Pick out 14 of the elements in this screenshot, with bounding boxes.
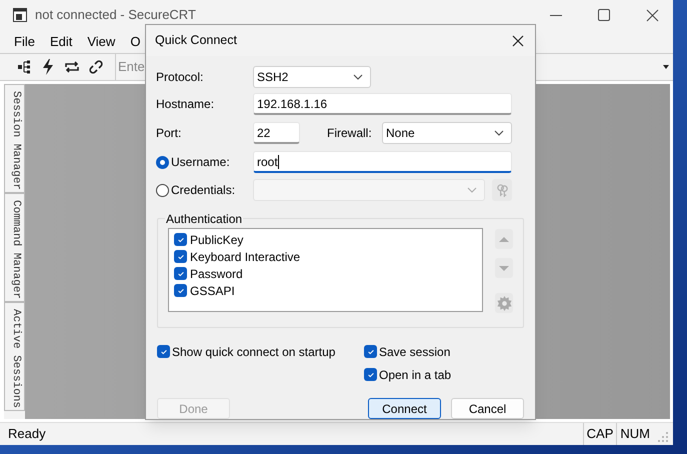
field-label: Port: (156, 125, 182, 142)
status-indicator: NUM (616, 423, 653, 445)
field-label: Username: (171, 154, 230, 171)
dialog-title: Quick Connect (155, 32, 237, 50)
field-label: Firewall: (327, 125, 373, 142)
field-label: Hostname: (156, 96, 216, 113)
checkbox-label: Save session (379, 344, 450, 360)
status-indicator: CAP (582, 423, 616, 445)
checkbox-label: Open in a tab (379, 366, 452, 384)
checkbox-label: Show quick connect on startup (172, 344, 336, 360)
status-text: Ready (8, 425, 46, 444)
window-title: not connected - SecureCRT (35, 6, 196, 24)
field-label: Protocol: (156, 69, 204, 86)
field-label: Credentials: (171, 182, 236, 199)
